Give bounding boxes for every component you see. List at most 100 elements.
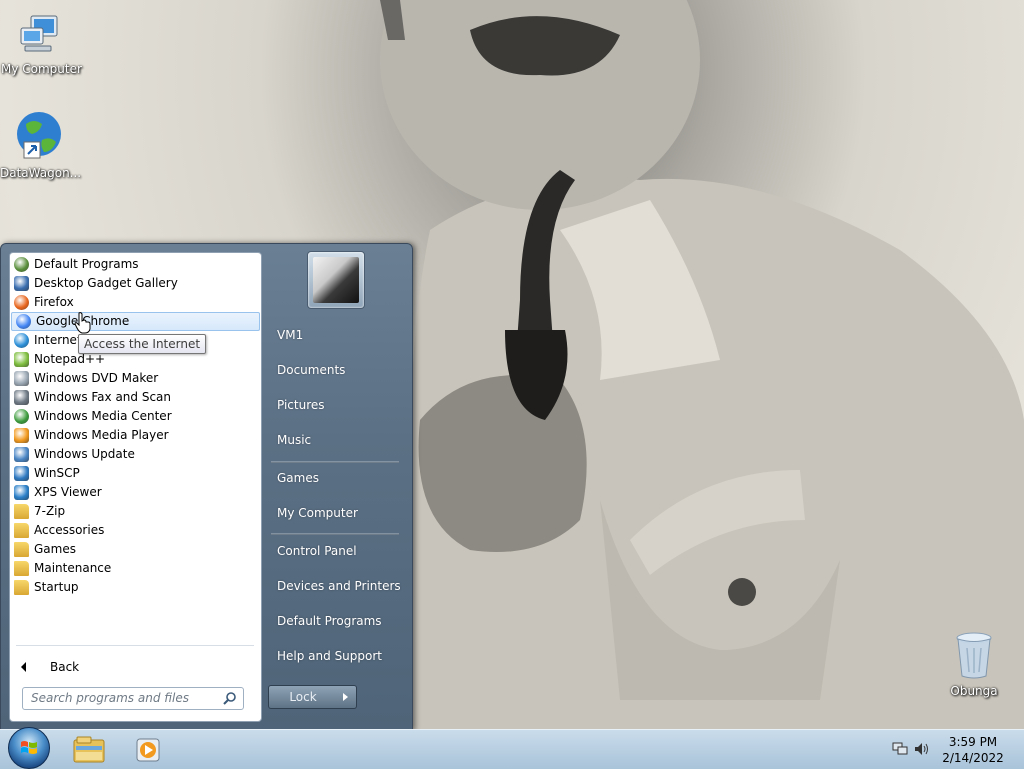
program-label: Firefox (34, 295, 74, 309)
separator (271, 533, 399, 535)
firefox-icon (14, 295, 29, 310)
windows-update-icon (14, 447, 29, 462)
program-label: Maintenance (34, 561, 112, 575)
desktop-icon-label: Obunga (950, 684, 998, 698)
folder-icon (14, 580, 29, 595)
program-item[interactable]: Firefox (10, 293, 261, 312)
desktop-icon-datawagon[interactable]: DataWagon... (0, 110, 82, 180)
program-label: Windows Media Center (34, 409, 172, 423)
program-item[interactable]: Windows DVD Maker (10, 369, 261, 388)
media-player-icon (14, 428, 29, 443)
shutdown-options-arrow-icon[interactable] (336, 685, 357, 709)
separator (16, 645, 254, 646)
program-item[interactable]: Default Programs (10, 255, 261, 274)
xps-viewer-icon (14, 485, 29, 500)
windows-explorer-icon (73, 736, 105, 763)
desktop-icon-my-computer[interactable]: My Computer (1, 10, 82, 76)
places-item[interactable]: Help and Support (277, 649, 382, 663)
places-item[interactable]: Documents (277, 363, 345, 377)
program-label: Startup (34, 580, 79, 594)
program-item[interactable]: Startup (10, 578, 261, 597)
computer-icon (20, 15, 58, 52)
program-label: Notepad++ (34, 352, 106, 366)
start-menu: Default Programs Desktop Gadget Gallery Fi… (0, 243, 413, 731)
user-picture (313, 257, 359, 303)
notepad-plus-plus-icon (14, 352, 29, 367)
folder-icon (14, 561, 29, 576)
places-item[interactable]: VM1 (277, 328, 303, 342)
program-label: Internet (34, 333, 82, 347)
taskbar-explorer-button[interactable] (68, 733, 110, 767)
program-label: Desktop Gadget Gallery (34, 276, 178, 290)
search-icon[interactable] (223, 691, 237, 705)
media-player-icon (136, 738, 160, 762)
program-label: Games (34, 542, 76, 556)
back-button[interactable]: Back (10, 657, 261, 677)
program-item[interactable]: Windows Update (10, 445, 261, 464)
system-clock[interactable]: 3:59 PM 2/14/2022 (938, 734, 1008, 766)
clock-date: 2/14/2022 (942, 751, 1004, 765)
places-item[interactable]: Default Programs (277, 614, 382, 628)
lock-button[interactable]: Lock (268, 685, 338, 709)
media-center-icon (14, 409, 29, 424)
program-label: WinSCP (34, 466, 80, 480)
program-label: Accessories (34, 523, 105, 537)
network-icon[interactable] (892, 742, 908, 756)
places-item[interactable]: Control Panel (277, 544, 357, 558)
gadget-gallery-icon (14, 276, 29, 291)
clock-time: 3:59 PM (948, 735, 998, 749)
volume-icon[interactable] (914, 742, 930, 756)
program-label: XPS Viewer (34, 485, 102, 499)
search-input[interactable]: Search programs and files (22, 687, 244, 710)
windows-logo-icon (21, 741, 37, 754)
hand-cursor-icon (74, 312, 91, 334)
program-list: Default Programs Desktop Gadget Gallery Fi… (10, 255, 261, 597)
search-placeholder: Search programs and files (31, 691, 189, 705)
winscp-icon (14, 466, 29, 481)
program-item[interactable]: Windows Media Player (10, 426, 261, 445)
places-item[interactable]: My Computer (277, 506, 358, 520)
separator (271, 461, 399, 463)
tooltip: Access the Internet (78, 334, 207, 354)
dvd-maker-icon (14, 371, 29, 386)
taskbar-media-player-button[interactable] (128, 733, 170, 767)
folder-icon (14, 523, 29, 538)
desktop-icon-recycle-bin[interactable]: Obunga (936, 630, 1012, 698)
back-label: Back (50, 660, 80, 674)
places-item[interactable]: Devices and Printers (277, 579, 401, 593)
program-item[interactable]: Maintenance (10, 559, 261, 578)
program-item[interactable]: XPS Viewer (10, 483, 261, 502)
program-item[interactable]: Desktop Gadget Gallery (10, 274, 261, 293)
program-item[interactable]: Games (10, 540, 261, 559)
places-item[interactable]: Music (277, 433, 311, 447)
program-item[interactable]: Windows Fax and Scan (10, 388, 261, 407)
programs-pane: Default Programs Desktop Gadget Gallery Fi… (9, 252, 262, 722)
folder-icon (14, 504, 29, 519)
user-avatar[interactable] (307, 251, 365, 309)
fax-scan-icon (14, 390, 29, 405)
internet-explorer-icon (14, 333, 29, 348)
start-button[interactable] (8, 727, 50, 769)
taskbar: 3:59 PM 2/14/2022 (0, 727, 1024, 769)
desktop-icon-label: DataWagon... (0, 166, 82, 180)
program-label: 7-Zip (34, 504, 66, 518)
desktop-icon-label: My Computer (1, 62, 82, 76)
default-programs-icon (14, 257, 29, 272)
chrome-icon (16, 314, 31, 329)
program-label: Windows Update (34, 447, 135, 461)
program-label: Windows Fax and Scan (34, 390, 172, 404)
program-item[interactable]: WinSCP (10, 464, 261, 483)
program-item[interactable]: Windows Media Center (10, 407, 261, 426)
back-arrow-icon (21, 662, 26, 672)
places-item[interactable]: Pictures (277, 398, 325, 412)
recycle-bin-icon (956, 632, 992, 679)
program-label: Windows DVD Maker (34, 371, 159, 385)
program-item[interactable]: Google Chrome (11, 312, 260, 331)
program-item[interactable]: 7-Zip (10, 502, 261, 521)
places-item[interactable]: Games (277, 471, 319, 485)
folder-icon (14, 542, 29, 557)
program-label: Windows Media Player (34, 428, 169, 442)
globe-shortcut-icon (17, 112, 61, 159)
program-label: Default Programs (34, 257, 139, 271)
program-item[interactable]: Accessories (10, 521, 261, 540)
